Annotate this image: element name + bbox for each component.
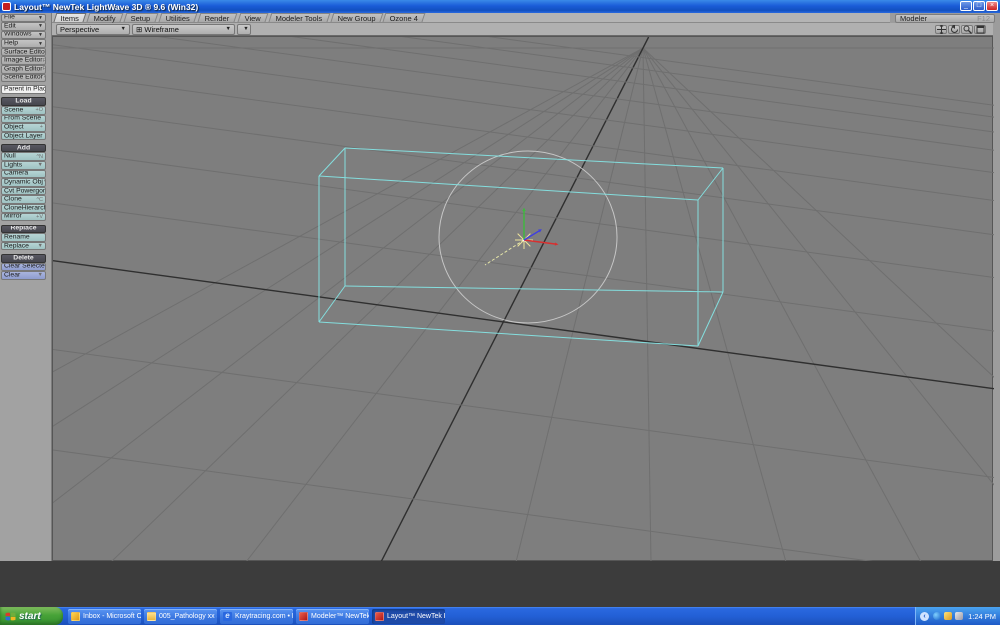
menu-tab[interactable]: Render bbox=[197, 13, 238, 23]
sidebar-item[interactable]: Camera bbox=[1, 169, 46, 179]
window-controls: _ □ × bbox=[959, 1, 998, 11]
taskbar-app-icon bbox=[147, 611, 156, 621]
taskbar-app-icon: e bbox=[223, 611, 232, 621]
taskbar-app-button[interactable]: Modeler™ NewTek Li... bbox=[296, 609, 369, 624]
hide-icons-chevron-icon[interactable]: ‹ bbox=[920, 611, 930, 621]
sidebar-item[interactable]: Windows ▼ bbox=[1, 30, 46, 40]
viewport-zoom-button[interactable] bbox=[961, 24, 973, 34]
wireframe-box-edge bbox=[344, 285, 724, 293]
windows-taskbar: start Inbox - Microsoft Out... 005_Patho… bbox=[0, 607, 1000, 625]
windows-logo-icon bbox=[5, 612, 16, 620]
menu-tab-row: Items Modify Setup Utilities Render View… bbox=[52, 13, 890, 23]
menu-tab[interactable]: Setup bbox=[124, 13, 159, 23]
view-mode-dropdown[interactable]: Perspective ▼ bbox=[56, 23, 130, 35]
chevron-down-icon: ▼ bbox=[225, 25, 231, 32]
tray-icon[interactable] bbox=[955, 612, 964, 620]
sidebar-item[interactable]: Object + bbox=[1, 123, 46, 132]
minimize-button[interactable]: _ bbox=[960, 1, 972, 11]
sidebar-item[interactable]: Clear Selected bbox=[1, 262, 46, 272]
sidebar-item[interactable]: Parent in Place bbox=[1, 85, 46, 94]
perspective-viewport[interactable] bbox=[0, 0, 1000, 579]
sidebar-item[interactable]: File ▼ bbox=[1, 13, 46, 23]
sidebar-item[interactable]: Graph Editor F2 bbox=[1, 65, 46, 74]
wireframe-box-edge bbox=[697, 291, 724, 347]
menu-tab[interactable]: View bbox=[237, 13, 269, 23]
sidebar-item[interactable]: Surface Editor F5 bbox=[1, 47, 46, 57]
wireframe-box-edge bbox=[318, 175, 699, 201]
sidebar-item[interactable]: Lights ▼ bbox=[1, 161, 46, 170]
sidebar-button-list: File ▼ Edit ▼ Windows ▼ Help ▼ Surface E… bbox=[1, 13, 46, 280]
sidebar-item[interactable]: From Scene bbox=[1, 114, 46, 124]
start-button[interactable]: start bbox=[0, 607, 63, 625]
magnifier-icon bbox=[963, 25, 972, 34]
sidebar-item[interactable]: Clone ^C bbox=[1, 195, 46, 204]
taskbar-app-button[interactable]: Inbox - Microsoft Out... bbox=[68, 609, 141, 624]
viewport-scene bbox=[0, 0, 1000, 579]
chevron-down-icon: ▼ bbox=[120, 25, 126, 32]
viewport-options-dropdown[interactable]: ▼ bbox=[237, 23, 251, 35]
sidebar-item[interactable]: Mirror +V bbox=[1, 212, 46, 222]
move-icon bbox=[936, 24, 946, 34]
wireframe-grid-icon: ⊞ bbox=[136, 24, 143, 34]
menu-tab[interactable]: Utilities bbox=[158, 13, 198, 23]
window-title: Layout™ NewTek LightWave 3D ® 9.6 (Win32… bbox=[14, 1, 199, 12]
taskbar-app-icon bbox=[299, 611, 308, 621]
render-mode-dropdown[interactable]: ⊞ Wireframe ▼ bbox=[132, 23, 235, 35]
sidebar-item[interactable]: Clear ▼ bbox=[1, 271, 46, 280]
sidebar-item[interactable]: Replace ▼ bbox=[1, 241, 46, 251]
wireframe-box-edge bbox=[318, 147, 346, 177]
clock: 1:24 PM bbox=[968, 611, 996, 621]
viewport-maximize-button[interactable] bbox=[974, 24, 986, 34]
system-tray: ‹ 1:24 PM bbox=[915, 607, 1000, 625]
sidebar-item: Delete bbox=[1, 253, 46, 263]
sidebar-item[interactable]: Edit ▼ bbox=[1, 22, 46, 31]
menu-tab[interactable]: Modeler Tools bbox=[268, 13, 330, 23]
menu-tab[interactable]: Modify bbox=[86, 13, 124, 23]
tool-sidebar: File ▼ Edit ▼ Windows ▼ Help ▼ Surface E… bbox=[0, 13, 52, 607]
bottom-panel: Position 102030405060 0 0 60 X 22.0591 m… bbox=[0, 561, 1000, 607]
taskbar-app-icon bbox=[375, 611, 384, 621]
close-button[interactable]: × bbox=[986, 1, 998, 11]
sidebar-item[interactable]: Rename bbox=[1, 233, 46, 242]
expand-icon bbox=[976, 25, 984, 34]
tray-icon[interactable] bbox=[933, 612, 942, 620]
sidebar-item[interactable]: Scene Editor ▼ bbox=[1, 73, 46, 83]
sidebar-item[interactable]: Scene +O bbox=[1, 105, 46, 115]
taskbar-app-button[interactable]: Layout™ NewTek Lig... bbox=[372, 609, 445, 624]
viewport-pan-button[interactable] bbox=[935, 24, 947, 34]
sidebar-item[interactable]: Cvt Powergons bbox=[1, 186, 46, 196]
modeler-launch-button[interactable]: Modeler F12 bbox=[895, 13, 995, 23]
sidebar-item[interactable]: Image Editor F6 bbox=[1, 56, 46, 66]
sidebar-item[interactable]: Object Layer bbox=[1, 131, 46, 141]
menu-tab[interactable]: Items bbox=[53, 13, 87, 23]
viewport-rotate-button[interactable] bbox=[948, 24, 960, 34]
wireframe-box-edge bbox=[318, 321, 699, 347]
wireframe-box-edge bbox=[318, 285, 346, 323]
sidebar-item[interactable]: CloneHierarchy bbox=[1, 203, 46, 213]
sidebar-item[interactable]: Null ^N bbox=[1, 152, 46, 161]
tray-icon[interactable] bbox=[944, 612, 953, 620]
lightwave-app-icon bbox=[2, 2, 11, 11]
sidebar-item[interactable]: Dynamic Obj ▼ bbox=[1, 178, 46, 187]
taskbar-app-button[interactable]: 005_Pathology xx Ja... bbox=[144, 609, 217, 624]
taskbar-app-icon bbox=[71, 611, 80, 621]
maximize-button[interactable]: □ bbox=[973, 1, 985, 11]
sidebar-item: Load bbox=[1, 97, 46, 106]
taskbar-app-button[interactable]: e Kraytracing.com • Po... bbox=[220, 609, 293, 624]
rotate-icon bbox=[950, 24, 958, 33]
sidebar-item[interactable]: Help ▼ bbox=[1, 39, 46, 48]
menu-tab[interactable]: Ozone 4 bbox=[383, 13, 427, 23]
menu-tab[interactable]: New Group bbox=[330, 13, 383, 23]
sidebar-item: Add bbox=[1, 143, 46, 153]
sidebar-item: Replace bbox=[1, 224, 46, 234]
viewport-toolbar: Perspective ▼ ⊞ Wireframe ▼ ▼ bbox=[52, 22, 993, 36]
chevron-down-icon: ▼ bbox=[243, 25, 249, 32]
title-bar: Layout™ NewTek LightWave 3D ® 9.6 (Win32… bbox=[0, 0, 1000, 13]
